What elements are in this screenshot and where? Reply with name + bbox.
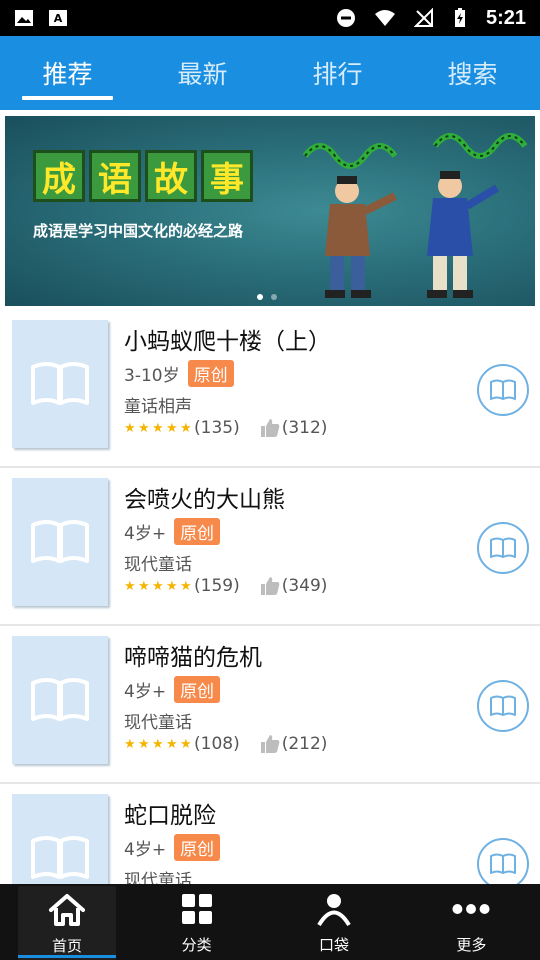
banner-title-char: 成 [33, 150, 85, 202]
person-icon [315, 890, 353, 928]
book-title: 蛇口脱险 [124, 803, 216, 829]
nav-category[interactable]: 分类 [128, 884, 265, 960]
book-title: 小蚂蚁爬十楼（上） [124, 329, 331, 355]
book-list-item[interactable]: 会喷火的大山熊 4岁+ 原创 现代童话 ★ ★ ★ ★ ★ (159) (349) [0, 468, 540, 626]
nav-pocket[interactable]: 口袋 [265, 884, 402, 960]
rating-count: (108) [194, 734, 240, 754]
active-tab-indicator [22, 96, 113, 100]
likes-count: (349) [281, 576, 328, 596]
book-list-item[interactable]: 小蚂蚁爬十楼（上） 3-10岁 原创 童话相声 ★ ★ ★ ★ ★ (135) (312… [0, 310, 540, 468]
more-icon [452, 890, 490, 928]
book-placeholder-icon [31, 362, 89, 405]
book-cover[interactable] [12, 320, 108, 448]
wifi-icon [374, 10, 395, 26]
status-bar: A 5:21 [0, 0, 540, 36]
open-book-icon [490, 695, 516, 716]
read-button[interactable] [477, 364, 529, 416]
home-icon [48, 891, 86, 929]
font-icon: A [49, 10, 67, 26]
star-rating-icon: ★ ★ ★ ★ ★ [124, 578, 192, 594]
book-cover[interactable] [12, 636, 108, 764]
book-title: 啼啼猫的危机 [124, 645, 262, 671]
book-list-item[interactable]: 啼啼猫的危机 4岁+ 原创 现代童话 ★ ★ ★ ★ ★ (108) (212) [0, 626, 540, 784]
active-nav-indicator [18, 955, 116, 958]
book-genre: 现代童话 [124, 555, 192, 575]
book-age: 3-10岁 [124, 366, 180, 386]
battery-icon [454, 8, 465, 27]
book-genre: 童话相声 [124, 397, 192, 417]
original-badge: 原创 [174, 834, 221, 861]
nav-more[interactable]: 更多 [403, 884, 540, 960]
bottom-nav-bar: 首页 分类 口袋 更多 [0, 884, 540, 960]
dnd-icon [336, 9, 355, 27]
original-badge: 原创 [174, 518, 221, 545]
tab-label: 推荐 [42, 60, 93, 89]
book-genre: 现代童话 [124, 713, 192, 733]
tab-label: 最新 [177, 60, 228, 89]
pagination-dot[interactable] [271, 294, 277, 300]
tab-latest[interactable]: 最新 [135, 36, 270, 110]
svg-text:A: A [54, 12, 63, 25]
book-age: 4岁+ [124, 682, 167, 702]
rating-count: (135) [194, 418, 240, 438]
original-badge: 原创 [187, 360, 234, 387]
top-tab-bar: 推荐 最新 排行 搜索 [0, 36, 540, 110]
tab-recommend[interactable]: 推荐 [0, 36, 135, 110]
banner-title-char: 故 [145, 150, 197, 202]
banner-illustration [302, 133, 528, 298]
nav-label: 分类 [181, 935, 212, 954]
tab-search[interactable]: 搜索 [405, 36, 540, 110]
rating-count: (159) [194, 576, 240, 596]
nav-home[interactable]: 首页 [18, 886, 116, 960]
book-placeholder-icon [31, 520, 89, 563]
book-cover[interactable] [12, 478, 108, 606]
book-list: 小蚂蚁爬十楼（上） 3-10岁 原创 童话相声 ★ ★ ★ ★ ★ (135) (312… [0, 310, 540, 942]
promo-banner[interactable]: 成 语 故 事 成语是学习中国文化的必经之路 [5, 116, 535, 306]
book-placeholder-icon [31, 678, 89, 721]
open-book-icon [490, 853, 516, 874]
banner-pagination [257, 294, 277, 300]
likes-count: (312) [281, 418, 328, 438]
likes-count: (212) [281, 734, 328, 754]
banner-title-char: 事 [201, 150, 253, 202]
pagination-dot-active[interactable] [257, 294, 263, 300]
book-title: 会喷火的大山熊 [124, 487, 285, 513]
read-button[interactable] [477, 838, 529, 890]
star-rating-icon: ★ ★ ★ ★ ★ [124, 736, 192, 752]
thumbs-up-icon [260, 419, 280, 437]
read-button[interactable] [477, 522, 529, 574]
no-signal-icon [413, 8, 433, 27]
thumbs-up-icon [260, 735, 280, 753]
banner-title-char: 语 [89, 150, 141, 202]
status-time: 5:21 [485, 6, 526, 29]
open-book-icon [490, 537, 516, 558]
read-button[interactable] [477, 680, 529, 732]
original-badge: 原创 [174, 676, 221, 703]
nav-label: 口袋 [318, 935, 349, 954]
banner-subtitle: 成语是学习中国文化的必经之路 [33, 222, 244, 240]
star-rating-icon: ★ ★ ★ ★ ★ [124, 420, 192, 436]
book-age: 4岁+ [124, 524, 167, 544]
grid-icon [178, 890, 216, 928]
gallery-icon [15, 10, 33, 26]
nav-label: 更多 [456, 935, 487, 954]
open-book-icon [490, 379, 516, 400]
thumbs-up-icon [260, 577, 280, 595]
tab-label: 搜索 [447, 60, 498, 89]
banner-title: 成 语 故 事 [33, 150, 253, 202]
book-age: 4岁+ [124, 840, 167, 860]
tab-label: 排行 [312, 60, 363, 89]
tab-ranking[interactable]: 排行 [270, 36, 405, 110]
nav-label: 首页 [51, 936, 82, 955]
book-placeholder-icon [31, 836, 89, 879]
